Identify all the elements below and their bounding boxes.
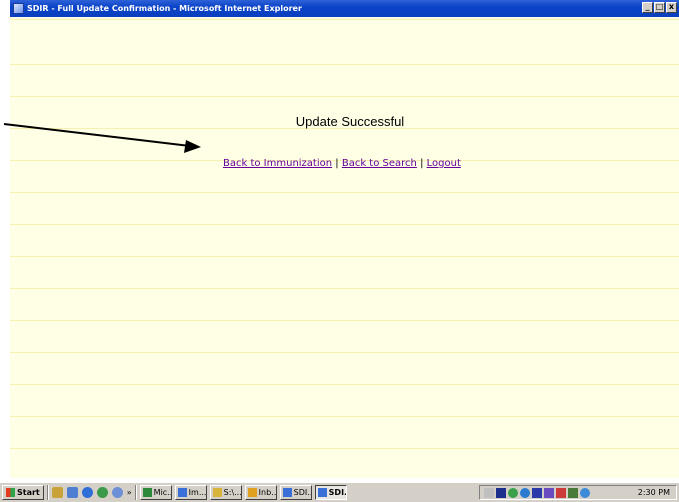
browser-window: SDIR - Full Update Confirmation - Micros…	[10, 0, 679, 478]
title-bar[interactable]: SDIR - Full Update Confirmation - Micros…	[10, 0, 679, 17]
more-chevron[interactable]: »	[127, 488, 132, 497]
taskbar-task[interactable]: Inb...	[244, 485, 277, 500]
taskbar-task[interactable]: Im...	[174, 485, 207, 500]
network-icon[interactable]	[508, 487, 518, 498]
ie-icon[interactable]	[81, 487, 93, 498]
page-title: Update Successful	[295, 114, 405, 129]
link-separator: |	[335, 158, 339, 169]
taskbar-divider	[46, 485, 49, 500]
navigation-links: Back to Immunization | Back to Search | …	[223, 158, 461, 169]
start-label: Start	[17, 488, 40, 497]
taskbar-task-active[interactable]: SDI...	[314, 485, 347, 500]
task-label: Mic...	[153, 488, 171, 497]
back-to-immunization-link[interactable]: Back to Immunization	[223, 158, 332, 169]
window-title: SDIR - Full Update Confirmation - Micros…	[27, 4, 302, 13]
task-label: SDI...	[293, 488, 311, 497]
close-button[interactable]: x	[666, 2, 677, 13]
quick-launch: »	[51, 487, 132, 498]
app-icon	[142, 488, 152, 497]
task-label: S:\...	[223, 488, 242, 497]
monitor-icon[interactable]	[496, 487, 506, 498]
ie-icon	[317, 488, 327, 497]
ie-page-icon	[13, 3, 24, 14]
mail-icon	[247, 488, 257, 497]
media-player-icon[interactable]	[96, 487, 108, 498]
start-button[interactable]: Start	[2, 485, 44, 500]
logout-link[interactable]: Logout	[427, 158, 461, 169]
link-separator: |	[420, 158, 424, 169]
task-label: Inb...	[258, 488, 277, 497]
clock[interactable]: 2:30 PM	[638, 488, 670, 497]
task-label: SDI...	[328, 488, 346, 497]
taskbar-task[interactable]: SDI...	[279, 485, 312, 500]
windows-flag-icon	[6, 488, 15, 497]
messenger-icon[interactable]	[111, 487, 123, 498]
taskbar-task[interactable]: Mic...	[139, 485, 172, 500]
page-content: Update Successful Back to Immunization |…	[10, 17, 679, 478]
show-desktop-icon[interactable]	[51, 487, 63, 498]
security-icon[interactable]	[556, 487, 566, 498]
app-tray-icon[interactable]	[544, 487, 554, 498]
minimize-button[interactable]: _	[642, 2, 653, 13]
volume-icon[interactable]	[484, 487, 494, 498]
language-icon[interactable]	[532, 487, 542, 498]
taskbar: Start » Mic... Im... S:\... Inb... SDI..…	[0, 482, 679, 502]
taskbar-task[interactable]: S:\...	[209, 485, 242, 500]
sync-icon[interactable]	[568, 487, 578, 498]
folder-icon	[212, 488, 222, 497]
ie-icon	[282, 488, 292, 497]
outlook-icon[interactable]	[66, 487, 78, 498]
maximize-button[interactable]: □	[654, 2, 665, 13]
update-icon[interactable]	[580, 487, 590, 498]
back-to-search-link[interactable]: Back to Search	[342, 158, 417, 169]
messenger-icon[interactable]	[520, 487, 530, 498]
window-controls: _ □ x	[642, 2, 677, 13]
system-tray: 2:30 PM	[479, 485, 677, 500]
taskbar-divider	[134, 485, 137, 500]
document-icon	[177, 488, 187, 497]
task-label: Im...	[188, 488, 207, 497]
